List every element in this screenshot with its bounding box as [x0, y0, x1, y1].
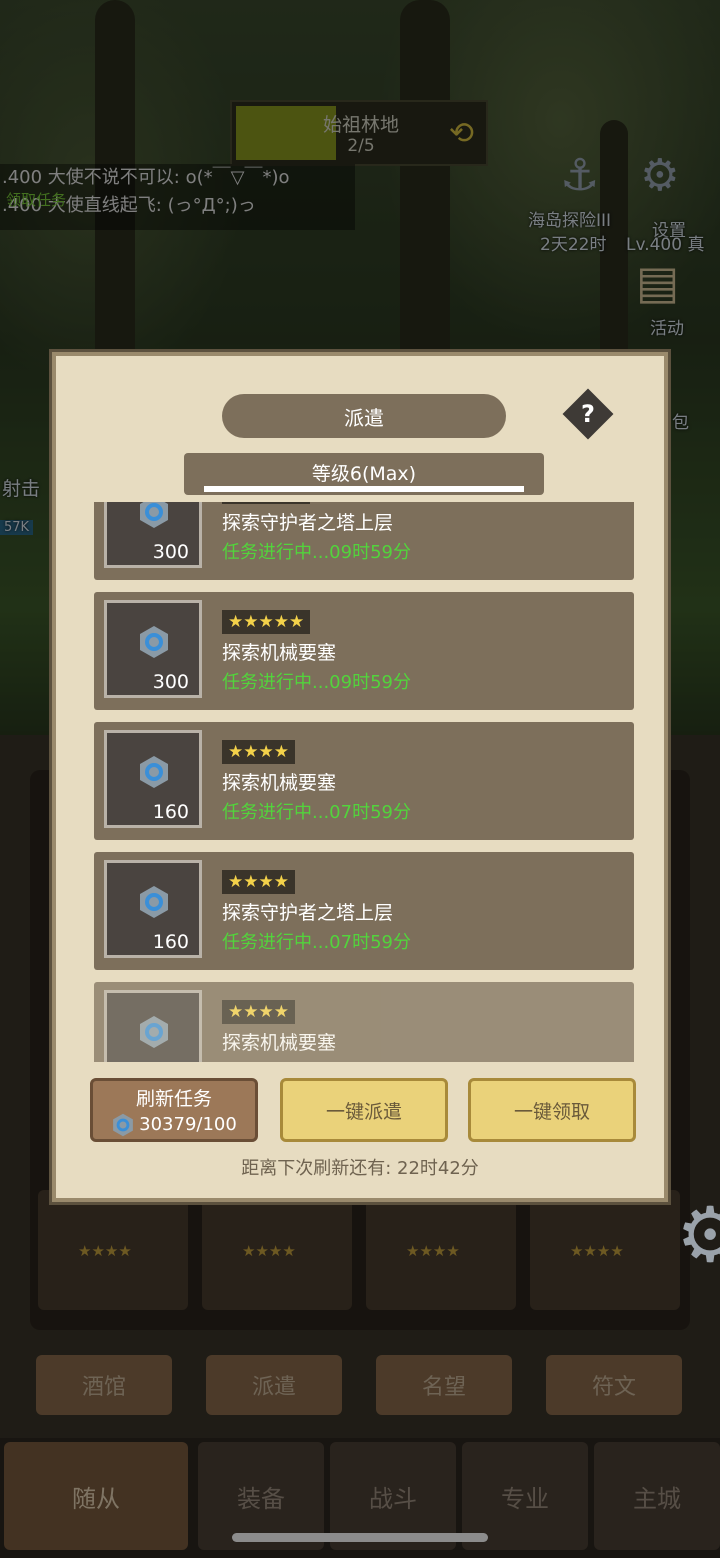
- task-name: 探索机械要塞: [222, 1032, 337, 1054]
- level-progress: [204, 486, 524, 492]
- star-rating: ★★★★: [222, 870, 295, 894]
- task-row[interactable]: 160 ★★★★ 探索机械要塞 任务进行中...07时59分: [94, 722, 634, 840]
- reward-box: 300: [104, 502, 202, 568]
- task-name: 探索守护者之塔上层: [222, 902, 394, 924]
- refresh-cost-value: 30379/100: [139, 1114, 237, 1135]
- refresh-tasks-button[interactable]: 刷新任务 30379/100: [90, 1078, 258, 1142]
- star-rating: ★★★★: [222, 740, 295, 764]
- hex-gem-icon: [113, 1113, 134, 1136]
- reward-box: [104, 990, 202, 1062]
- hex-gem-icon: [140, 1016, 168, 1048]
- hex-gem-icon: [140, 756, 168, 788]
- task-status: 任务进行中...07时59分: [222, 802, 411, 823]
- reward-box: 300: [104, 600, 202, 698]
- refresh-cost: 30379/100: [111, 1113, 237, 1137]
- task-status: 任务进行中...09时59分: [222, 672, 411, 693]
- reward-amount: 160: [152, 801, 189, 823]
- refresh-tasks-label: 刷新任务: [135, 1087, 212, 1110]
- modal-title: 派遣: [222, 394, 506, 438]
- help-button[interactable]: ?: [562, 388, 614, 440]
- star-rating: ★★★★: [222, 1000, 295, 1024]
- task-status: 任务进行中...07时59分: [222, 932, 411, 953]
- reward-amount: 300: [152, 541, 189, 563]
- task-row[interactable]: 300 ★★★★★ 探索守护者之塔上层 任务进行中...09时59分: [94, 502, 634, 580]
- dispatch-modal: 派遣 ? 等级6(Max) 300 ★★★★★ 探索守护者之塔上层 任务进行中.…: [52, 352, 668, 1202]
- settings-gear-icon[interactable]: ⚙: [676, 1190, 720, 1280]
- reward-amount: 300: [152, 671, 189, 693]
- hex-gem-icon: [140, 886, 168, 918]
- next-refresh-timer: 距离下次刷新还有: 22时42分: [241, 1158, 479, 1179]
- dispatch-all-button[interactable]: 一键派遣: [280, 1078, 448, 1142]
- task-row[interactable]: 160 ★★★★ 探索守护者之塔上层 任务进行中...07时59分: [94, 852, 634, 970]
- task-row[interactable]: ★★★★ 探索机械要塞: [94, 982, 634, 1062]
- task-name: 探索机械要塞: [222, 642, 337, 664]
- star-rating: ★★★★★: [222, 610, 311, 634]
- task-status: 任务进行中...09时59分: [222, 542, 411, 563]
- reward-box: 160: [104, 730, 202, 828]
- claim-all-button[interactable]: 一键领取: [468, 1078, 636, 1142]
- level-bar: 等级6(Max): [184, 453, 544, 495]
- question-icon: ?: [581, 400, 595, 428]
- reward-amount: 160: [152, 931, 189, 953]
- level-text: 等级6(Max): [311, 463, 417, 485]
- task-name: 探索守护者之塔上层: [222, 512, 394, 534]
- task-list[interactable]: 300 ★★★★★ 探索守护者之塔上层 任务进行中...09时59分 300 ★…: [90, 502, 634, 1062]
- star-rating: ★★★★★: [222, 502, 311, 504]
- reward-box: 160: [104, 860, 202, 958]
- hex-gem-icon: [140, 626, 168, 658]
- task-row[interactable]: 300 ★★★★★ 探索机械要塞 任务进行中...09时59分: [94, 592, 634, 710]
- hex-gem-icon: [140, 502, 168, 528]
- task-name: 探索机械要塞: [222, 772, 337, 794]
